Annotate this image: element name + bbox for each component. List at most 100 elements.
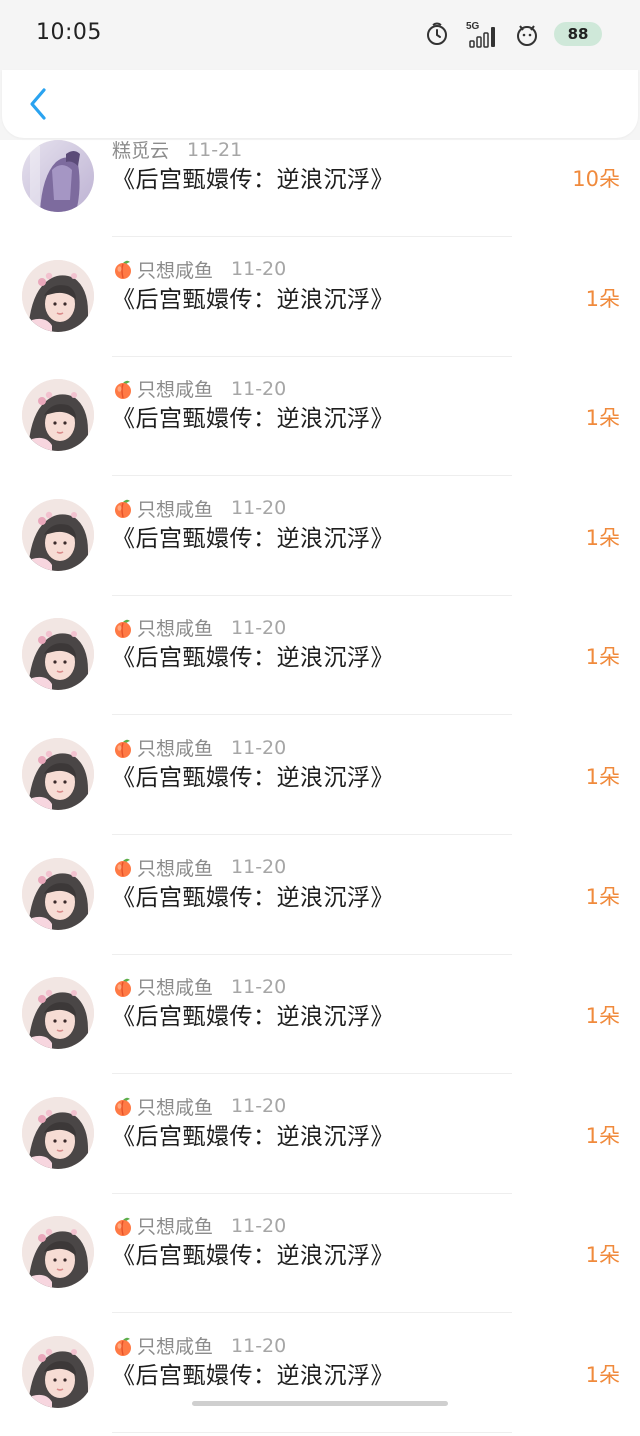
divider	[112, 953, 512, 955]
date: 11-21	[187, 138, 243, 161]
divider	[112, 1073, 512, 1075]
book-title[interactable]: 《后宫甄嬛传：逆浪沉浮》	[112, 1356, 394, 1390]
avatar[interactable]	[22, 738, 94, 810]
divider	[112, 355, 512, 357]
avatar[interactable]	[22, 259, 94, 332]
list-item[interactable]: 只想咸鱼 11-20 《后宫甄嬛传：逆浪沉浮》 1朵	[0, 359, 640, 479]
date: 11-20	[231, 616, 287, 639]
flower-count: 1朵	[585, 765, 620, 789]
date: 11-20	[231, 258, 287, 281]
list-item[interactable]: 只想咸鱼 11-20 《后宫甄嬛传：逆浪沉浮》 1朵	[0, 598, 640, 718]
name-row: 只想咸鱼 11-20	[112, 495, 286, 522]
date: 11-20	[231, 975, 287, 998]
signal-label: 5G	[466, 21, 480, 32]
list-item[interactable]: 只想咸鱼 11-20 《后宫甄嬛传：逆浪沉浮》 1朵	[0, 718, 640, 838]
username[interactable]: 只想咸鱼	[137, 854, 213, 881]
list-item[interactable]: 糕觅云 11-21 《后宫甄嬛传：逆浪沉浮》 10朵	[0, 120, 640, 240]
book-title[interactable]: 《后宫甄嬛传：逆浪沉浮》	[112, 1117, 394, 1151]
username[interactable]: 糕觅云	[112, 136, 169, 163]
book-title[interactable]: 《后宫甄嬛传：逆浪沉浮》	[112, 519, 394, 553]
flower-count: 1朵	[585, 1123, 620, 1148]
list-item[interactable]: 只想咸鱼 11-20 《后宫甄嬛传：逆浪沉浮》 1朵	[0, 1077, 640, 1197]
book-title[interactable]: 《后宫甄嬛传：逆浪沉浮》	[112, 997, 394, 1031]
username[interactable]: 只想咸鱼	[137, 614, 213, 641]
date: 11-20	[231, 1214, 287, 1237]
status-bar: 10:05 5G 88	[0, 0, 640, 70]
peach-icon	[115, 1098, 131, 1117]
list-item[interactable]: 只想咸鱼 11-20 《后宫甄嬛传：逆浪沉浮》 1朵	[0, 1316, 640, 1436]
flower-count: 1朵	[585, 286, 620, 311]
list-item[interactable]: 只想咸鱼 11-20 《后宫甄嬛传：逆浪沉浮》 1朵	[0, 1196, 640, 1316]
avatar[interactable]	[22, 498, 94, 571]
name-row: 只想咸鱼 11-20	[112, 1332, 286, 1359]
name-row: 只想咸鱼 11-20	[112, 614, 286, 641]
status-icons: 5G 88	[424, 18, 602, 50]
date: 11-20	[231, 736, 287, 759]
cellular-signal-icon: 5G	[464, 18, 500, 50]
chevron-left-icon	[30, 88, 46, 120]
divider	[112, 1312, 512, 1314]
name-row: 糕觅云 11-21	[112, 136, 242, 163]
name-row: 只想咸鱼 11-20	[112, 1093, 286, 1120]
avatar[interactable]	[22, 618, 94, 691]
pet-status-icon	[514, 18, 540, 50]
peach-icon	[115, 380, 131, 399]
peach-icon	[115, 739, 131, 758]
avatar[interactable]	[22, 977, 94, 1050]
book-title[interactable]: 《后宫甄嬛传：逆浪沉浮》	[112, 758, 394, 792]
avatar[interactable]	[22, 857, 94, 930]
divider	[112, 1192, 512, 1194]
book-title[interactable]: 《后宫甄嬛传：逆浪沉浮》	[112, 280, 394, 314]
username[interactable]: 只想咸鱼	[137, 256, 213, 283]
book-title[interactable]: 《后宫甄嬛传：逆浪沉浮》	[112, 878, 394, 912]
home-indicator[interactable]	[192, 1401, 448, 1406]
divider	[112, 594, 512, 596]
book-title[interactable]: 《后宫甄嬛传：逆浪沉浮》	[112, 638, 394, 672]
book-title[interactable]: 《后宫甄嬛传：逆浪沉浮》	[112, 1236, 394, 1270]
date: 11-20	[231, 377, 287, 400]
flower-count: 10朵	[572, 167, 620, 191]
date: 11-20	[231, 497, 287, 520]
username[interactable]: 只想咸鱼	[137, 495, 213, 522]
flower-count: 1朵	[585, 525, 620, 550]
book-title[interactable]: 《后宫甄嬛传：逆浪沉浮》	[112, 160, 394, 194]
username[interactable]: 只想咸鱼	[137, 1212, 213, 1239]
avatar[interactable]	[22, 140, 94, 212]
alarm-icon	[424, 18, 450, 50]
list-item[interactable]: 只想咸鱼 11-20 《后宫甄嬛传：逆浪沉浮》 1朵	[0, 838, 640, 958]
name-row: 只想咸鱼 11-20	[112, 854, 286, 881]
avatar[interactable]	[22, 1096, 94, 1169]
flower-count: 1朵	[585, 406, 620, 431]
flower-count: 1朵	[585, 645, 620, 670]
list-item[interactable]: 只想咸鱼 11-20 《后宫甄嬛传：逆浪沉浮》 1朵	[0, 240, 640, 360]
name-row: 只想咸鱼 11-20	[112, 375, 286, 402]
divider	[112, 1432, 512, 1433]
list-item[interactable]: 只想咸鱼 11-20 《后宫甄嬛传：逆浪沉浮》 1朵	[0, 479, 640, 599]
name-row: 只想咸鱼 11-20	[112, 973, 286, 1000]
date: 11-20	[231, 856, 287, 879]
username[interactable]: 只想咸鱼	[137, 1332, 213, 1359]
username[interactable]: 只想咸鱼	[137, 734, 213, 761]
battery-indicator: 88	[554, 22, 602, 46]
username[interactable]: 只想咸鱼	[137, 375, 213, 402]
list-item[interactable]: 只想咸鱼 11-20 《后宫甄嬛传：逆浪沉浮》 1朵	[0, 957, 640, 1077]
name-row: 只想咸鱼 11-20	[112, 1212, 286, 1239]
name-row: 只想咸鱼 11-20	[112, 734, 286, 761]
avatar[interactable]	[22, 1216, 94, 1289]
divider	[112, 714, 512, 716]
avatar[interactable]	[22, 1336, 94, 1408]
flower-count: 1朵	[585, 1004, 620, 1029]
peach-icon	[115, 978, 131, 997]
peach-icon	[115, 500, 131, 519]
username[interactable]: 只想咸鱼	[137, 973, 213, 1000]
flower-count: 1朵	[585, 1363, 620, 1387]
book-title[interactable]: 《后宫甄嬛传：逆浪沉浮》	[112, 399, 394, 433]
date: 11-20	[231, 1334, 287, 1357]
peach-icon	[115, 1337, 131, 1356]
username[interactable]: 只想咸鱼	[137, 1093, 213, 1120]
peach-icon	[115, 619, 131, 638]
date: 11-20	[231, 1095, 287, 1118]
avatar[interactable]	[22, 379, 94, 452]
flower-count: 1朵	[585, 1243, 620, 1268]
peach-icon	[115, 858, 131, 878]
